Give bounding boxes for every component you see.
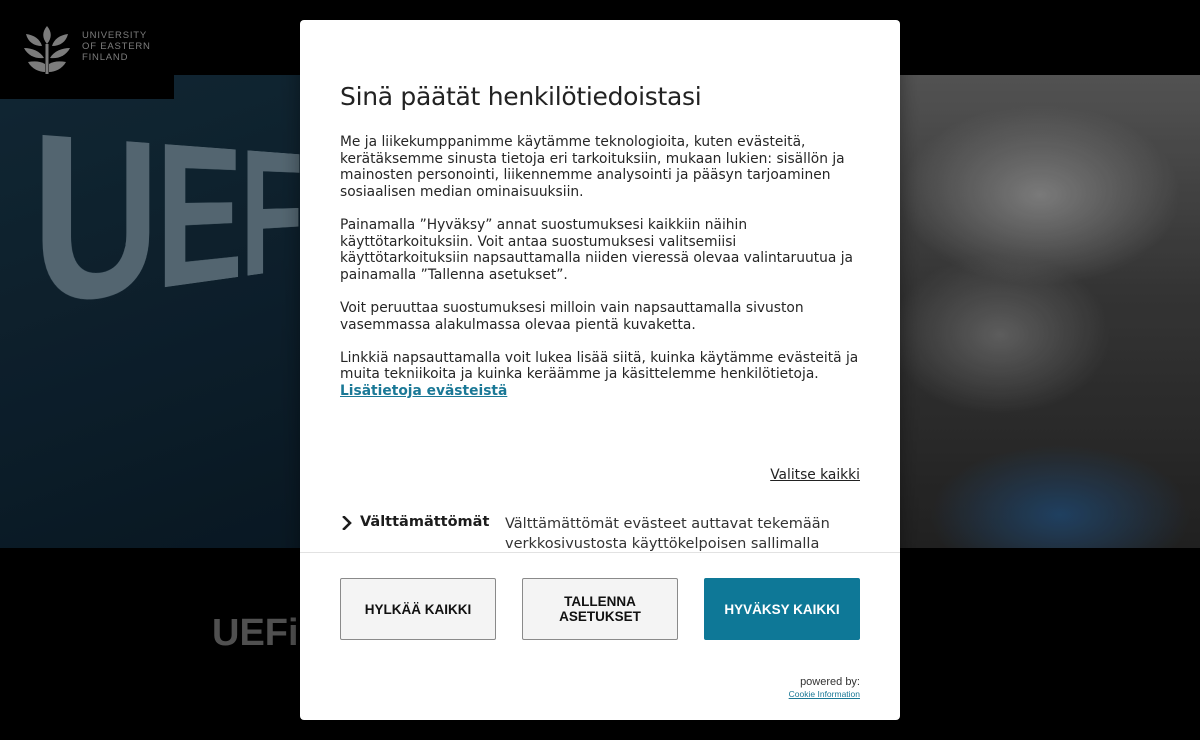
paragraph-link-text: Linkkiä napsauttamalla voit lukea lisää …: [340, 349, 859, 383]
category-title[interactable]: Välttämättömät: [360, 514, 489, 530]
select-all-link[interactable]: Valitse kaikki: [770, 467, 860, 483]
dialog-scroll-area[interactable]: Sinä päätät henkilötiedoistasi Me ja lii…: [300, 20, 900, 552]
paragraph-accept-info: Painamalla ”Hyväksy” annat suostumuksesi…: [340, 216, 853, 283]
accept-all-label: HYVÄKSY KAIKKI: [724, 601, 840, 617]
paragraph-intro: Me ja liikekumppanimme käytämme teknolog…: [340, 134, 845, 200]
chevron-right-icon[interactable]: [340, 516, 354, 530]
category-necessary[interactable]: Välttämättömät Välttämättömät evästeet a…: [340, 514, 860, 552]
footer-divider: [300, 552, 900, 553]
save-settings-label-line-1: TALLENNA: [564, 594, 636, 609]
cookie-info-link[interactable]: Lisätietoja evästeistä: [340, 383, 507, 399]
paragraph-withdraw-info: Voit peruuttaa suostumuksesi milloin vai…: [340, 299, 804, 333]
cookie-consent-dialog: Sinä päätät henkilötiedoistasi Me ja lii…: [300, 20, 900, 720]
cookie-information-link[interactable]: Cookie Information: [789, 689, 860, 700]
save-settings-label-line-2: ASETUKSET: [559, 609, 641, 624]
paragraph-link-info: Linkkiä napsauttamalla voit lukea lisää …: [340, 350, 862, 400]
category-description: Välttämättömät evästeet auttavat tekemää…: [505, 516, 830, 552]
powered-by: powered by: Cookie Information: [789, 676, 860, 700]
powered-by-label: powered by:: [800, 676, 860, 688]
dialog-body: Me ja liikekumppanimme käytämme teknolog…: [340, 134, 862, 400]
reject-all-label: HYLKÄÄ KAIKKI: [364, 601, 472, 617]
page: UEF UNIVERSITY OF EASTERN FINLAND UEFi S…: [0, 0, 1200, 740]
dialog-title: Sinä päätät henkilötiedoistasi: [340, 82, 702, 111]
reject-all-button[interactable]: HYLKÄÄ KAIKKI: [340, 578, 496, 640]
save-settings-label: TALLENNA ASETUKSET: [559, 594, 641, 624]
save-settings-button[interactable]: TALLENNA ASETUKSET: [522, 578, 678, 640]
accept-all-button[interactable]: HYVÄKSY KAIKKI: [704, 578, 860, 640]
